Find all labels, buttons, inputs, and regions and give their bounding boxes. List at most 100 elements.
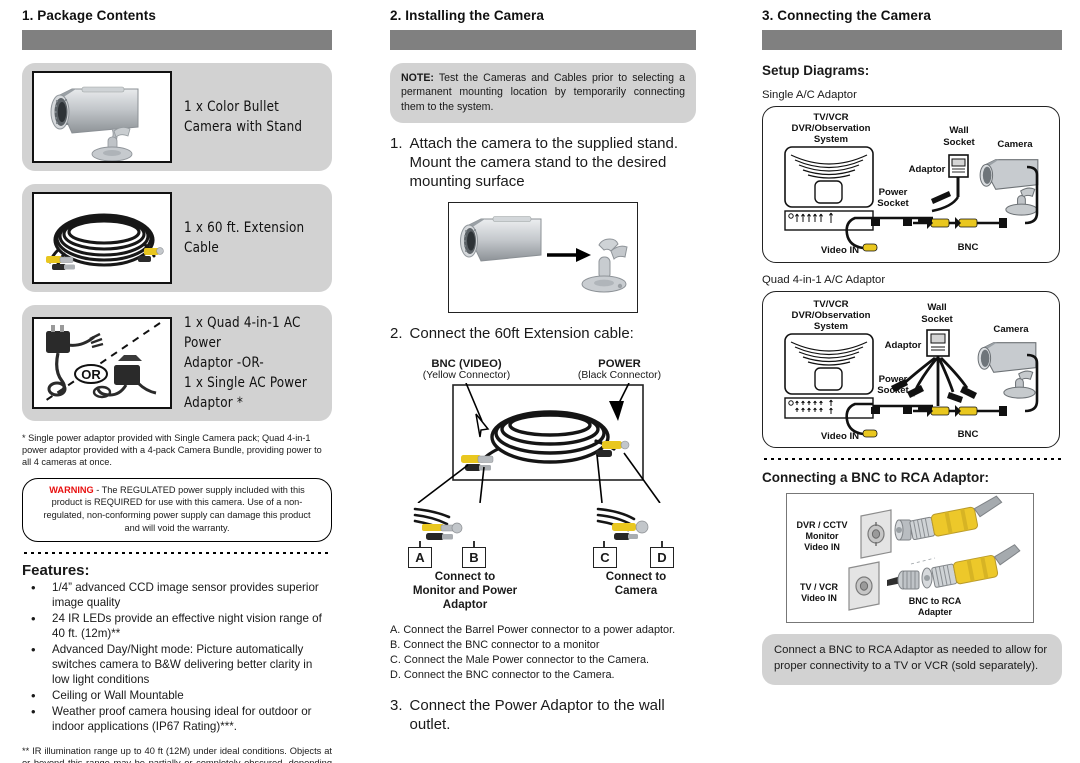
cap-left-line1: Connect to bbox=[434, 569, 496, 583]
connector-detail-left bbox=[413, 502, 481, 543]
section-title-connecting: 3. Connecting the Camera bbox=[762, 8, 931, 23]
connector-headers: BNC (VIDEO) (Yellow Connector) POWER (Bl… bbox=[390, 358, 696, 381]
package-item-label: 1 x 60 ft. Extension Cable bbox=[184, 220, 305, 256]
svg-text:DVR/Observation: DVR/Observation bbox=[792, 310, 871, 321]
step-text: Connect the 60ft Extension cable: bbox=[409, 324, 634, 342]
install-step-2: 2. Connect the 60ft Extension cable: bbox=[390, 325, 696, 344]
tag-a-label: A bbox=[415, 549, 425, 565]
section-header-bar-1 bbox=[22, 30, 332, 50]
package-item-camera: 1 x Color Bullet Camera with Stand bbox=[22, 63, 332, 171]
bnc-rca-heading: Connecting a BNC to RCA Adaptor: bbox=[762, 470, 989, 485]
setup-diagram-quad: TV/VCR DVR/Observation System Wall Socke… bbox=[762, 291, 1060, 448]
power-sub: (Black Connector) bbox=[577, 369, 662, 381]
bnc-video-title: BNC (VIDEO) bbox=[431, 357, 502, 370]
bnc-rca-figure: DVR / CCTV Monitor Video IN TV / VCR Vid… bbox=[786, 493, 1034, 623]
connector-captions: Connect to Monitor and Power Adaptor Con… bbox=[390, 570, 696, 612]
tag-d-box: D bbox=[650, 546, 674, 568]
cap-left-line2: Monitor and Power bbox=[412, 583, 518, 597]
dotted-divider-1 bbox=[22, 552, 332, 555]
section-header-bar-3 bbox=[762, 30, 1062, 50]
pkg3-line1: 1 x Quad 4-in-1 AC Power bbox=[184, 315, 301, 351]
dotted-divider-2 bbox=[762, 458, 1062, 460]
svg-text:Video IN: Video IN bbox=[801, 593, 837, 603]
connector-detail-right bbox=[596, 502, 668, 543]
note-label: NOTE: bbox=[401, 72, 434, 84]
abcd-instructions: A. Connect the Barrel Power connector to… bbox=[390, 623, 696, 683]
svg-text:Camera: Camera bbox=[993, 324, 1029, 335]
column-package-contents: 1. Package Contents 1 x Color Bullet Cam… bbox=[22, 0, 332, 763]
diagram-2-caption: Quad 4-in-1 A/C Adaptor bbox=[762, 274, 886, 286]
camera-stand-figure bbox=[448, 201, 638, 313]
package-item-label: 1 x Color Bullet Camera with Stand bbox=[184, 99, 303, 135]
list-item: Weather proof camera housing ideal for o… bbox=[25, 704, 332, 735]
list-item: C. Connect the Male Power connector to t… bbox=[390, 653, 650, 666]
wall-socket bbox=[948, 154, 969, 197]
pkg3-line2: Adaptor -OR- bbox=[184, 355, 264, 371]
column-connecting-camera: 3. Connecting the Camera Setup Diagrams:… bbox=[762, 0, 1062, 763]
list-item: A. Connect the Barrel Power connector to… bbox=[390, 623, 676, 636]
list-item: 1/4” advanced CCD image sensor provides … bbox=[25, 580, 332, 611]
svg-text:Adapter: Adapter bbox=[918, 607, 953, 617]
pkg3-line3: 1 x Single AC Power bbox=[184, 375, 307, 391]
section-title-package-contents: 1. Package Contents bbox=[22, 8, 156, 23]
tag-c-box: C bbox=[593, 546, 617, 568]
step-text: Attach the camera to the supplied stand.… bbox=[409, 135, 679, 190]
svg-text:Camera: Camera bbox=[997, 139, 1033, 150]
svg-text:Wall: Wall bbox=[949, 125, 968, 136]
note-text: Test the Cameras and Cables prior to sel… bbox=[401, 72, 685, 113]
svg-text:TV/VCR: TV/VCR bbox=[813, 299, 848, 310]
column-installing-camera: 2. Installing the Camera NOTE: Test the … bbox=[390, 0, 696, 763]
svg-text:Socket: Socket bbox=[921, 314, 953, 325]
install-step-1: 1. Attach the camera to the supplied sta… bbox=[390, 135, 696, 192]
svg-text:BNC: BNC bbox=[958, 242, 979, 253]
svg-text:DVR / CCTV: DVR / CCTV bbox=[796, 520, 847, 530]
list-item: Advanced Day/Night mode: Picture automat… bbox=[25, 642, 332, 688]
diagram-1-caption: Single A/C Adaptor bbox=[762, 89, 857, 101]
warning-label: WARNING bbox=[49, 484, 94, 495]
svg-text:DVR/Observation: DVR/Observation bbox=[792, 123, 871, 134]
svg-text:Socket: Socket bbox=[877, 198, 909, 209]
svg-text:Socket: Socket bbox=[943, 137, 975, 148]
note-box: NOTE: Test the Cameras and Cables prior … bbox=[390, 63, 696, 124]
list-item: 24 IR LEDs provide an effective night vi… bbox=[25, 611, 332, 642]
svg-text:BNC to RCA: BNC to RCA bbox=[909, 596, 962, 606]
or-badge: OR bbox=[74, 364, 108, 384]
svg-text:Video IN: Video IN bbox=[821, 245, 859, 256]
arrow-right bbox=[547, 247, 591, 262]
setup-diagrams-heading: Setup Diagrams: bbox=[762, 63, 870, 78]
step-number: 1. bbox=[390, 135, 403, 153]
svg-text:System: System bbox=[814, 134, 848, 145]
cap-left-line3: Adaptor bbox=[442, 597, 488, 611]
pkg3-line4: Adaptor * bbox=[184, 395, 244, 411]
warning-box: WARNING - The REGULATED power supply inc… bbox=[22, 477, 332, 543]
svg-text:Monitor: Monitor bbox=[806, 531, 839, 541]
bnc-rca-plug-top bbox=[894, 495, 1003, 541]
svg-text:Wall: Wall bbox=[927, 302, 946, 313]
list-item: B. Connect the BNC connector to a monito… bbox=[390, 638, 600, 651]
svg-text:System: System bbox=[814, 321, 848, 332]
svg-text:TV / VCR: TV / VCR bbox=[800, 582, 839, 592]
svg-text:TV/VCR: TV/VCR bbox=[813, 112, 848, 123]
extension-cable-image bbox=[32, 192, 172, 284]
svg-text:Video IN: Video IN bbox=[804, 542, 840, 552]
step-text: Connect the Power Adaptor to the wall ou… bbox=[409, 696, 665, 733]
cap-right-line1: Connect to bbox=[605, 569, 667, 583]
features-heading: Features: bbox=[22, 562, 90, 580]
package-item-label: 1 x Quad 4-in-1 AC Power Adaptor -OR- 1 … bbox=[184, 313, 311, 413]
wall-plate-bottom bbox=[848, 561, 880, 611]
svg-text:Power: Power bbox=[879, 374, 908, 385]
cap-right-line2: Camera bbox=[614, 583, 658, 597]
package-item-power-adaptor: OR 1 x Quad 4-in-1 AC Power Adaptor -OR-… bbox=[22, 305, 332, 421]
install-step-3: 3. Connect the Power Adaptor to the wall… bbox=[390, 697, 696, 735]
bnc-video-header: BNC (VIDEO) (Yellow Connector) bbox=[390, 358, 543, 381]
list-item: Ceiling or Wall Mountable bbox=[25, 688, 332, 705]
camera-illustration bbox=[977, 342, 1037, 399]
wall-socket bbox=[926, 329, 950, 357]
tag-a-box: A bbox=[408, 546, 432, 568]
power-adaptor-or-image: OR bbox=[32, 317, 172, 409]
svg-text:Adaptor: Adaptor bbox=[909, 164, 946, 175]
section-title-installing: 2. Installing the Camera bbox=[390, 8, 544, 23]
caption-monitor-power: Connect to Monitor and Power Adaptor bbox=[390, 570, 540, 612]
svg-text:Socket: Socket bbox=[877, 385, 909, 396]
tag-d-label: D bbox=[657, 549, 667, 565]
